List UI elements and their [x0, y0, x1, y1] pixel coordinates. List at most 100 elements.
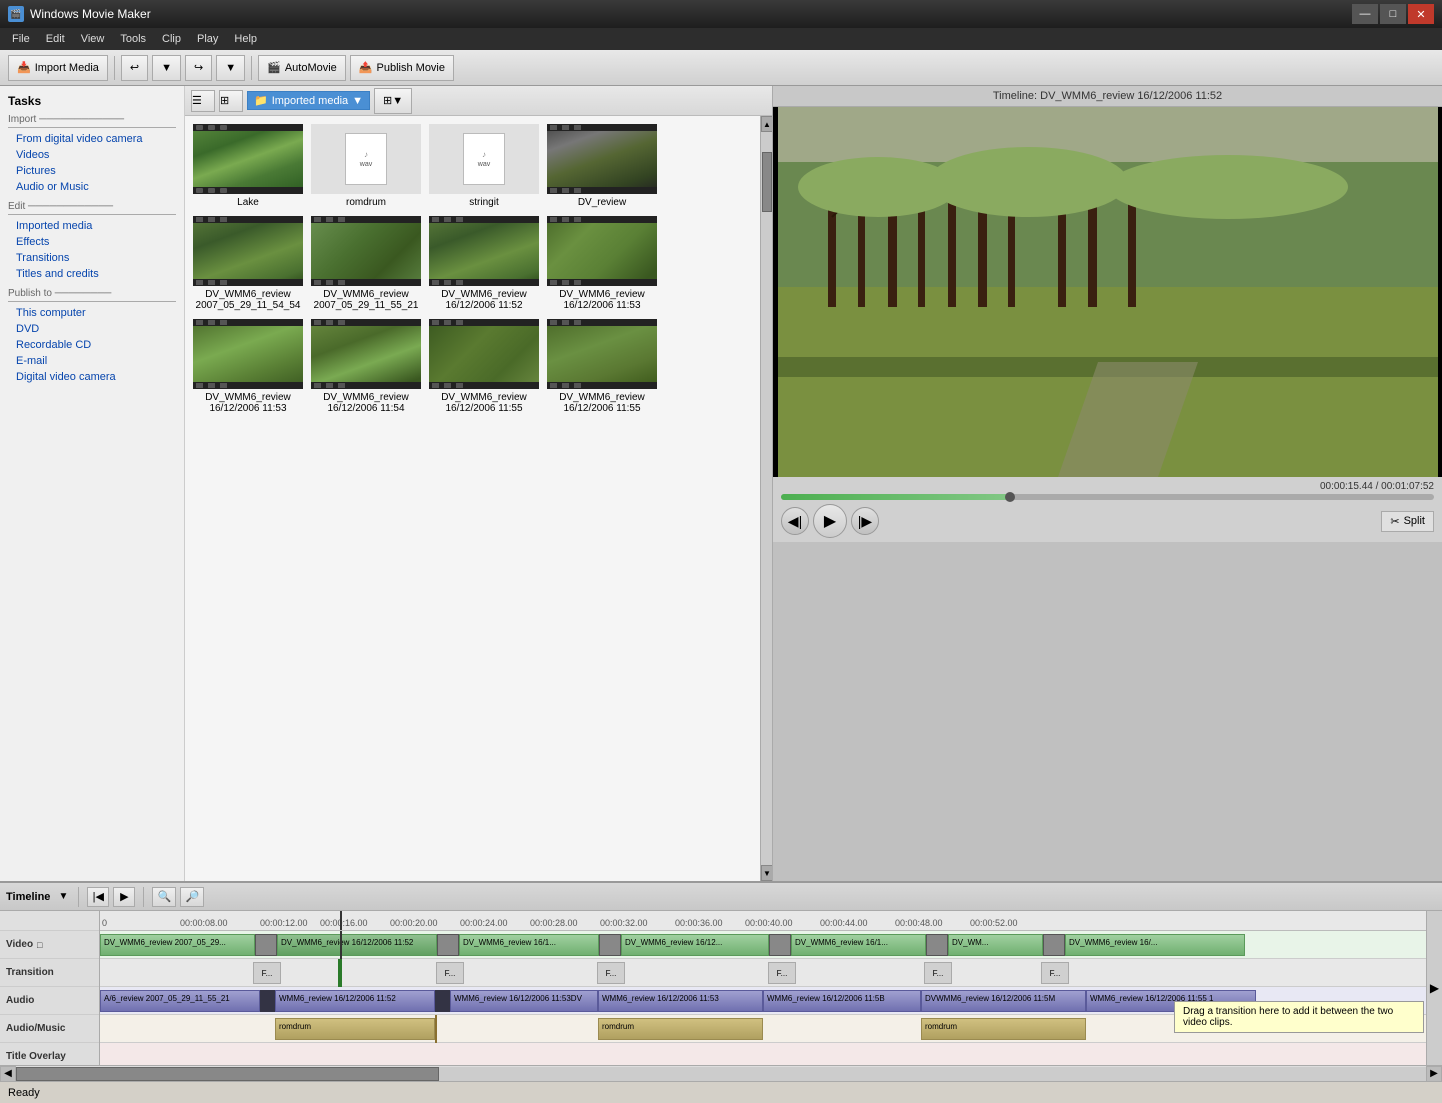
automovie-button[interactable]: 🎬 AutoMovie — [258, 55, 346, 81]
timeline-prev-button[interactable]: |◀ — [87, 887, 109, 907]
audio-clip-3[interactable]: WMM6_review 16/12/2006 11:53DV — [450, 990, 598, 1012]
media-item-dvwmm6-6[interactable]: DV_WMM6_review 16/12/2006 11:54 — [311, 319, 421, 414]
tasks-link-digital-video[interactable]: From digital video camera — [8, 131, 176, 147]
view-thumbnails-button[interactable]: ⊞ — [219, 90, 243, 112]
audio-clip-1[interactable]: A/6_review 2007_05_29_11_55_21 — [100, 990, 260, 1012]
tasks-link-dvd[interactable]: DVD — [8, 321, 176, 337]
music-clip-3[interactable]: romdrum — [921, 1018, 1086, 1040]
media-thumb-dvwmm6-4 — [547, 216, 657, 286]
transition-marker-6[interactable]: F... — [1041, 962, 1069, 984]
timeline-scrollbar[interactable]: ◀ ▶ — [0, 1065, 1442, 1081]
transition-marker-3[interactable]: F... — [597, 962, 625, 984]
publish-movie-button[interactable]: 📤 Publish Movie — [350, 55, 454, 81]
audio-clip-5[interactable]: WMM6_review 16/12/2006 11:5B — [763, 990, 921, 1012]
scrollbar-thumb[interactable] — [762, 152, 772, 212]
media-grid: Lake ♪ wav romdrum ♪ — [185, 116, 760, 881]
timeline-scroll-right[interactable]: ▶ — [1426, 911, 1442, 1065]
media-item-dv-review[interactable]: DV_review — [547, 124, 657, 208]
preview-progress-bar[interactable] — [781, 494, 1434, 500]
import-media-button[interactable]: 📥 Import Media — [8, 55, 108, 81]
ruler-label — [0, 911, 99, 931]
scroll-left-button[interactable]: ◀ — [0, 1066, 16, 1082]
video-clip-7[interactable]: DV_WMM6_review 16/... — [1065, 934, 1245, 956]
timeline-tracks-container[interactable]: 0 00:00:08.00 00:00:12.00 00:00:16.00 00… — [100, 911, 1426, 1065]
media-item-stringit[interactable]: ♪ wav stringit — [429, 124, 539, 208]
media-item-dvwmm6-8[interactable]: DV_WMM6_review 16/12/2006 11:55 — [547, 319, 657, 414]
close-button[interactable]: ✕ — [1408, 4, 1434, 24]
menu-clip[interactable]: Clip — [154, 31, 189, 47]
timeline-play-button[interactable]: ▶ — [113, 887, 135, 907]
music-clip-1[interactable]: romdrum — [275, 1018, 435, 1040]
tasks-link-videos[interactable]: Videos — [8, 147, 176, 163]
media-item-dvwmm6-5[interactable]: DV_WMM6_review 16/12/2006 11:53 — [193, 319, 303, 414]
media-item-dvwmm6-4[interactable]: DV_WMM6_review 16/12/2006 11:53 — [547, 216, 657, 311]
arrange-button[interactable]: ⊞▼ — [374, 88, 412, 114]
menu-help[interactable]: Help — [226, 31, 265, 47]
transition-marker-2[interactable]: F... — [436, 962, 464, 984]
tasks-link-email[interactable]: E-mail — [8, 353, 176, 369]
timeline-zoom-in-button[interactable]: 🔎 — [180, 887, 204, 907]
preview-progress-thumb — [1005, 492, 1015, 502]
media-item-dvwmm6-3[interactable]: DV_WMM6_review 16/12/2006 11:52 — [429, 216, 539, 311]
redo-arrow-button[interactable]: ▼ — [216, 55, 245, 81]
transition-marker-1[interactable]: F... — [253, 962, 281, 984]
tasks-link-this-computer[interactable]: This computer — [8, 305, 176, 321]
transition-marker-5[interactable]: F... — [924, 962, 952, 984]
media-item-dvwmm6-7[interactable]: DV_WMM6_review 16/12/2006 11:55 — [429, 319, 539, 414]
timeline-zoom-out-button[interactable]: 🔍 — [152, 887, 176, 907]
preview-forward-button[interactable]: |▶ — [851, 507, 879, 535]
tasks-link-imported-media[interactable]: Imported media — [8, 218, 176, 234]
tasks-link-titles-credits[interactable]: Titles and credits — [8, 266, 176, 282]
preview-play-button[interactable]: ▶ — [813, 504, 847, 538]
scrollbar-h-thumb[interactable] — [16, 1067, 439, 1081]
redo-button[interactable]: ↪ — [185, 55, 212, 81]
media-item-dvwmm6-2[interactable]: DV_WMM6_review 2007_05_29_11_55_21 — [311, 216, 421, 311]
undo-arrow-button[interactable]: ▼ — [152, 55, 181, 81]
transition-marker-4[interactable]: F... — [768, 962, 796, 984]
current-pos-marker — [338, 959, 342, 987]
media-item-romdrum[interactable]: ♪ wav romdrum — [311, 124, 421, 208]
menu-edit[interactable]: Edit — [38, 31, 73, 47]
video-track-expand[interactable]: □ — [37, 940, 42, 950]
video-clip-4[interactable]: DV_WMM6_review 16/12... — [621, 934, 769, 956]
media-label-lake: Lake — [237, 197, 259, 208]
scrollbar-track[interactable] — [16, 1067, 1426, 1081]
music-clip-2[interactable]: romdrum — [598, 1018, 763, 1040]
preview-back-button[interactable]: ◀| — [781, 507, 809, 535]
time-mark-6: 00:00:28.00 — [530, 918, 578, 928]
view-details-button[interactable]: ☰ — [191, 90, 215, 112]
menu-view[interactable]: View — [73, 31, 113, 47]
video-track: DV_WMM6_review 2007_05_29... DV_WMM6_rev… — [100, 931, 1426, 959]
tasks-link-effects[interactable]: Effects — [8, 234, 176, 250]
media-item-dvwmm6-1[interactable]: DV_WMM6_review 2007_05_29_11_54_54 — [193, 216, 303, 311]
audio-clip-2[interactable]: WMM6_review 16/12/2006 11:52 — [275, 990, 435, 1012]
audio-clip-6[interactable]: DVWMM6_review 16/12/2006 11:5M — [921, 990, 1086, 1012]
toolbar-separator-1 — [114, 56, 115, 80]
menu-tools[interactable]: Tools — [112, 31, 154, 47]
tasks-link-recordable-cd[interactable]: Recordable CD — [8, 337, 176, 353]
video-clip-2[interactable]: DV_WMM6_review 16/12/2006 11:52 — [277, 934, 437, 956]
minimize-button[interactable]: — — [1352, 4, 1378, 24]
maximize-button[interactable]: □ — [1380, 4, 1406, 24]
tasks-link-digital-video-camera[interactable]: Digital video camera — [8, 369, 176, 385]
video-clip-5[interactable]: DV_WMM6_review 16/1... — [791, 934, 926, 956]
video-clip-1[interactable]: DV_WMM6_review 2007_05_29... — [100, 934, 255, 956]
undo-button[interactable]: ↩ — [121, 55, 148, 81]
menu-play[interactable]: Play — [189, 31, 226, 47]
imported-media-tab[interactable]: 📁 Imported media ▼ — [247, 91, 370, 110]
timeline-toolbar: Timeline ▼ |◀ ▶ 🔍 🔎 — [0, 883, 1442, 911]
video-clip-3[interactable]: DV_WMM6_review 16/1... — [459, 934, 599, 956]
menu-file[interactable]: File — [4, 31, 38, 47]
split-button[interactable]: ✂ Split — [1381, 511, 1434, 532]
media-item-lake[interactable]: Lake — [193, 124, 303, 208]
media-scrollbar[interactable]: ▲ ▼ — [760, 116, 772, 881]
audio-clip-4[interactable]: WMM6_review 16/12/2006 11:53 — [598, 990, 763, 1012]
scroll-right-button[interactable]: ▶ — [1426, 1066, 1442, 1082]
video-clip-6[interactable]: DV_WM... — [948, 934, 1043, 956]
tasks-link-transitions[interactable]: Transitions — [8, 250, 176, 266]
tasks-link-pictures[interactable]: Pictures — [8, 163, 176, 179]
toolbar-separator-2 — [251, 56, 252, 80]
tasks-panel: Tasks Import ──────────── From digital v… — [0, 86, 185, 881]
tasks-link-audio[interactable]: Audio or Music — [8, 179, 176, 195]
media-thumb-romdrum: ♪ wav — [311, 124, 421, 194]
